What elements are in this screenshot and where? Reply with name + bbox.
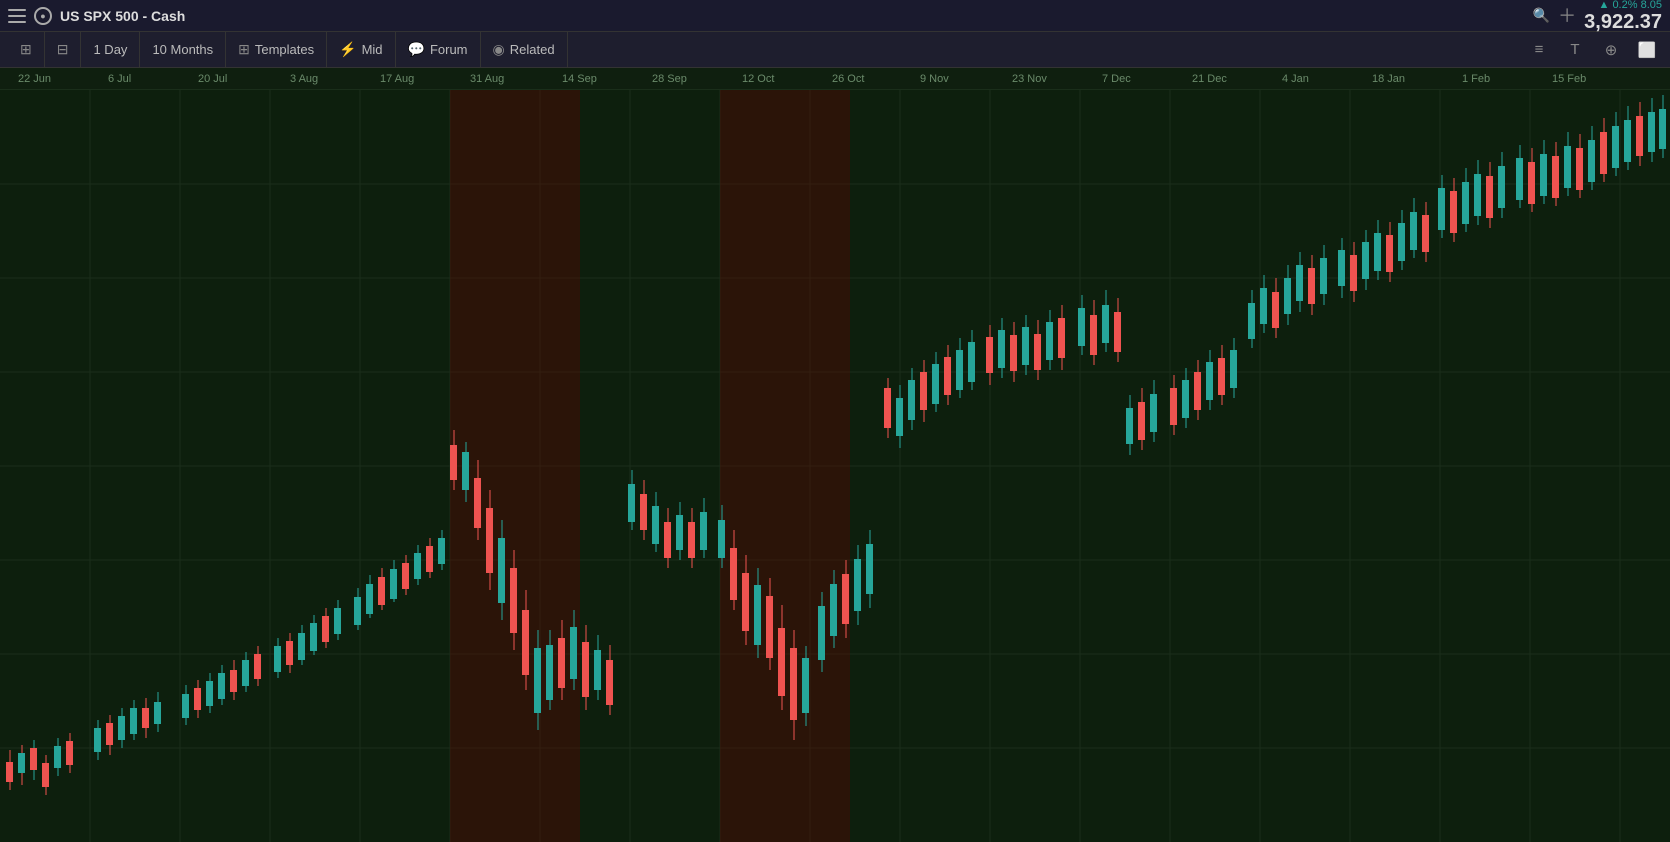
settings-icon-btn[interactable]: ⬜ <box>1632 36 1662 64</box>
price-value: 3,922.37 <box>1584 11 1662 33</box>
toolbar: ⊞ ⊟ 1 Day 10 Months ⊞ Templates ⚡ Mid 💬 … <box>0 32 1670 68</box>
range-btn[interactable]: 10 Months <box>140 32 226 68</box>
date-label: 15 Feb <box>1552 73 1586 85</box>
chart-svg <box>0 90 1670 842</box>
date-label: 31 Aug <box>470 73 504 85</box>
date-label: 18 Jan <box>1372 73 1405 85</box>
templates-btn[interactable]: ⊞ Templates <box>226 32 327 68</box>
crosshair-icon-btn[interactable]: ⊕ <box>1596 36 1626 64</box>
date-label: 4 Jan <box>1282 73 1309 85</box>
related-label: Related <box>510 42 555 57</box>
related-icon: ◉ <box>493 41 505 58</box>
date-label: 6 Jul <box>108 73 131 85</box>
date-label: 17 Aug <box>380 73 414 85</box>
related-btn[interactable]: ◉ Related <box>481 32 568 68</box>
symbol-icon: ● <box>34 7 52 25</box>
text-icon-btn[interactable]: T <box>1560 36 1590 64</box>
range-label: 10 Months <box>152 42 213 57</box>
hamburger-icon[interactable] <box>8 9 26 23</box>
forum-icon: 💬 <box>408 41 425 58</box>
search-icon[interactable]: 🔍 <box>1533 7 1550 24</box>
date-label: 23 Nov <box>1012 73 1047 85</box>
date-label: 7 Dec <box>1102 73 1131 85</box>
forum-label: Forum <box>430 42 468 57</box>
date-label: 3 Aug <box>290 73 318 85</box>
top-bar: ● US SPX 500 - Cash 🔍 ＋ ▲ 0.2% 8.05 3,92… <box>0 0 1670 32</box>
layout-icon: ⊞ <box>20 41 32 58</box>
timeframe-label: 1 Day <box>93 42 127 57</box>
price-badge: ▲ 0.2% 8.05 3,922.37 <box>1584 0 1662 33</box>
chart-area[interactable] <box>0 90 1670 842</box>
date-label: 9 Nov <box>920 73 949 85</box>
layout-icon-btn[interactable]: ⊞ <box>8 32 45 68</box>
forum-btn[interactable]: 💬 Forum <box>396 32 481 68</box>
add-tab-button[interactable]: ＋ <box>1558 7 1576 25</box>
date-label: 12 Oct <box>742 73 774 85</box>
date-label: 1 Feb <box>1462 73 1490 85</box>
date-label: 20 Jul <box>198 73 227 85</box>
grid-icon-btn[interactable]: ⊟ <box>45 32 82 68</box>
symbol-label: US SPX 500 - Cash <box>60 8 1525 24</box>
date-label: 26 Oct <box>832 73 864 85</box>
mid-icon: ⚡ <box>339 41 356 58</box>
date-label: 28 Sep <box>652 73 687 85</box>
templates-icon: ⊞ <box>238 41 250 58</box>
templates-label: Templates <box>255 42 314 57</box>
mid-label: Mid <box>362 42 383 57</box>
grid-icon: ⊟ <box>57 41 69 58</box>
timeframe-btn[interactable]: 1 Day <box>81 32 140 68</box>
date-label: 21 Dec <box>1192 73 1227 85</box>
date-label: 14 Sep <box>562 73 597 85</box>
date-axis: 22 Jun 6 Jul 20 Jul 3 Aug 17 Aug 31 Aug 14 Sep… <box>0 68 1670 90</box>
mid-btn[interactable]: ⚡ Mid <box>327 32 395 68</box>
toolbar-right: ≡ T ⊕ ⬜ <box>1524 36 1662 64</box>
date-label: 22 Jun <box>18 73 51 85</box>
indicator-icon-btn[interactable]: ≡ <box>1524 36 1554 64</box>
price-change: ▲ 0.2% 8.05 <box>1599 0 1663 11</box>
